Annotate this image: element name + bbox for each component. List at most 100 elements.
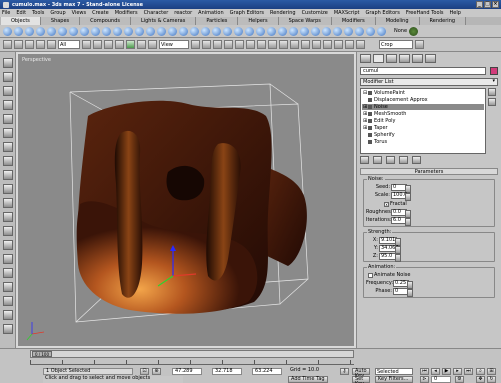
prism-icon[interactable] [168,26,177,36]
rotate-icon[interactable] [137,40,146,49]
render-type-dropdown[interactable]: Crop [379,40,413,49]
pan-icon[interactable]: ✥ [476,376,485,383]
stack-up-icon[interactable] [488,88,496,96]
menu-views[interactable]: Views [72,10,86,16]
tab-objects[interactable]: Objects [1,17,41,25]
modify-tab-icon[interactable] [373,54,384,63]
left-tool-icon[interactable] [3,170,13,180]
minimize-button[interactable]: _ [476,1,483,8]
create-tab-icon[interactable] [360,54,371,63]
stairs-icon[interactable] [289,26,298,36]
quick-render-icon[interactable] [345,40,354,49]
menu-create[interactable]: Create [92,10,109,16]
mesher-icon[interactable] [344,26,353,36]
redo-icon[interactable] [14,40,23,49]
stack-item-meshsmooth[interactable]: ⊞ MeshSmooth [362,111,484,117]
menu-reactor[interactable]: reactor [174,10,192,16]
left-tool-icon[interactable] [3,282,13,292]
percent-snap-icon[interactable] [235,40,244,49]
fractal-checkbox[interactable]: x [384,202,389,207]
render-type-icon[interactable] [356,40,365,49]
morph-icon[interactable] [366,26,375,36]
railing-icon[interactable] [311,26,320,36]
cylinder-icon[interactable] [25,26,34,36]
capsule-icon[interactable] [190,26,199,36]
show-end-result-icon[interactable] [373,156,382,164]
mirror-icon[interactable] [268,40,277,49]
close-button[interactable]: × [492,1,499,8]
key-mode-icon[interactable]: ⊳ [420,376,429,383]
select-by-name-icon[interactable] [93,40,102,49]
left-tool-icon[interactable] [3,58,13,68]
object-color-swatch[interactable] [490,67,498,75]
schematic-view-icon[interactable] [312,40,321,49]
menu-animation[interactable]: Animation [198,10,224,16]
seed-spinner[interactable]: 0 [391,184,411,193]
reference-coord-dropdown[interactable]: View [159,40,189,49]
spinner-snap-icon[interactable] [246,40,255,49]
set-key-button[interactable]: Set Key [352,376,370,383]
menu-graph-editors-2[interactable]: Graph Editors [365,10,399,16]
left-tool-icon[interactable] [3,240,13,250]
foliage-icon[interactable] [300,26,309,36]
pyramid-icon[interactable] [91,26,100,36]
x-coordinate-field[interactable]: 47.289 [172,368,202,375]
spindle-icon[interactable] [146,26,155,36]
menu-rendering[interactable]: Rendering [270,10,296,16]
timeline-ruler[interactable] [30,359,354,365]
selection-filter-dropdown[interactable]: All [58,40,80,49]
left-tool-icon[interactable] [3,86,13,96]
perspective-viewport[interactable]: Perspective [16,52,356,348]
stack-item-taper[interactable]: ⊞ Taper [362,125,484,131]
left-tool-icon[interactable] [3,142,13,152]
make-unique-icon[interactable] [386,156,395,164]
add-time-tag-button[interactable]: Add Time Tag [288,376,328,383]
wall-icon[interactable] [322,26,331,36]
torus-knot-icon[interactable] [179,26,188,36]
hose-icon[interactable] [223,26,232,36]
align-icon[interactable] [279,40,288,49]
menu-character[interactable]: Character [144,10,169,16]
named-selection-icon[interactable] [257,40,266,49]
sphere-icon[interactable] [14,26,23,36]
region-select-icon[interactable] [104,40,113,49]
left-tool-icon[interactable] [3,324,13,334]
snap-toggle-icon[interactable] [213,40,222,49]
boolean-icon[interactable] [377,26,386,36]
key-filters-button[interactable]: Key Filters... [375,376,413,383]
stack-item-displacement-approx[interactable]: Displacement Approx [362,97,484,103]
left-tool-icon[interactable] [3,212,13,222]
modifier-list-dropdown[interactable]: Modifier List [360,78,498,86]
parameters-rollout-header[interactable]: Parameters [360,168,498,175]
zoom-all-icon[interactable]: ⊞ [487,368,496,375]
left-tool-icon[interactable] [3,296,13,306]
select-object-icon[interactable] [82,40,91,49]
scale-icon[interactable] [148,40,157,49]
manipulate-icon[interactable] [202,40,211,49]
play-icon[interactable]: ▶ [442,368,451,375]
scatter-icon[interactable] [355,26,364,36]
go-to-end-icon[interactable]: ⏭ [464,368,473,375]
current-frame-field[interactable]: 0 [431,376,451,383]
window-icon[interactable] [278,26,287,36]
key-icon[interactable]: ⚷ [340,368,349,375]
time-slider[interactable]: 0 / 100 [30,350,354,358]
scale-spinner[interactable]: 100.0 [391,192,411,201]
tab-modifiers[interactable]: Modifiers [331,17,376,25]
time-config-icon[interactable]: ⚙ [455,376,464,383]
tree-icon[interactable] [409,26,419,36]
box-icon[interactable] [3,26,12,36]
c-ext-icon[interactable] [212,26,221,36]
selected-set-dropdown[interactable]: Selected [375,368,413,375]
tab-modeling[interactable]: Modeling [375,17,420,25]
menu-freehand-tools[interactable]: FreeHand Tools [406,10,444,16]
y-coordinate-field[interactable]: 32.718 [212,368,242,375]
stack-item-edit-poly[interactable]: ⊞ Edit Poly [362,118,484,124]
lock-selection-icon[interactable]: ⊡ [140,368,149,375]
angle-snap-icon[interactable] [224,40,233,49]
left-tool-icon[interactable] [3,254,13,264]
stack-down-icon[interactable] [488,98,496,106]
display-tab-icon[interactable] [412,54,423,63]
strength-y-spinner[interactable]: 34.067 [379,245,401,254]
ring-wave-icon[interactable] [234,26,243,36]
